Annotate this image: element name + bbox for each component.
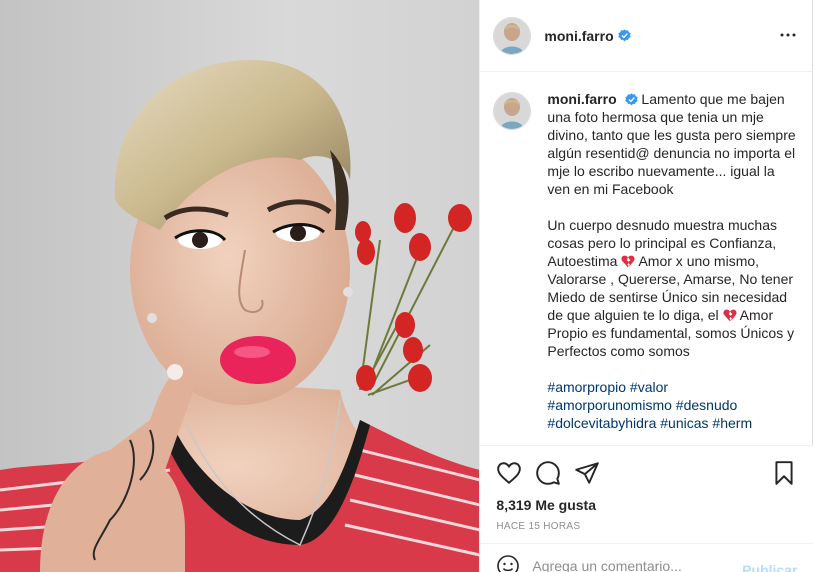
hashtag-link[interactable]: #dolcevitabyhidra [547, 415, 656, 431]
post-actions: 8,319 Me gusta HACE 15 HORAS Publicar [480, 445, 813, 572]
avatar-image [494, 17, 531, 54]
hashtag-link[interactable]: #unicas [660, 415, 708, 431]
caption-author-avatar[interactable] [493, 92, 532, 130]
author-avatar[interactable] [493, 16, 532, 55]
broken-heart-emoji-icon [621, 255, 635, 268]
emoji-icon[interactable] [496, 554, 520, 572]
post-timestamp[interactable]: HACE 15 HORAS [496, 521, 580, 532]
bookmark-icon[interactable] [771, 460, 797, 486]
comment-input[interactable] [532, 557, 733, 572]
post-photo[interactable] [0, 0, 480, 572]
author-username[interactable]: moni.farro [544, 28, 613, 44]
caption-username[interactable]: moni.farro [547, 91, 616, 107]
verified-badge-icon [617, 29, 631, 42]
broken-heart-emoji-icon [723, 309, 737, 322]
hashtag-link[interactable]: #valor [630, 379, 668, 395]
publish-button[interactable]: Publicar [742, 562, 797, 572]
caption-section: moni.farro Lamento que me bajen una foto… [480, 72, 813, 445]
selfie-photo-illustration [0, 0, 480, 572]
comment-form: Publicar [480, 543, 813, 572]
hashtag-link[interactable]: #amorpropio [547, 379, 626, 395]
hashtag-link[interactable]: #amorporunomismo [547, 397, 672, 413]
more-icon[interactable] [779, 26, 797, 44]
caption-text: moni.farro Lamento que me bajen una foto… [547, 90, 797, 445]
hashtag-list: #amorpropio #valor #amorporunomismo #des… [547, 378, 797, 432]
verified-badge-icon [624, 93, 638, 106]
instagram-post: moni.farro moni.farro Lamento que me baj… [0, 0, 813, 572]
likes-count[interactable]: 8,319 Me gusta [496, 497, 596, 513]
avatar-image [494, 93, 531, 129]
hashtag-link[interactable]: #herm [712, 415, 752, 431]
post-header: moni.farro [480, 0, 813, 72]
share-icon[interactable] [574, 460, 600, 486]
comment-icon[interactable] [535, 460, 561, 486]
heart-icon[interactable] [496, 460, 522, 486]
post-side-panel: moni.farro moni.farro Lamento que me baj… [479, 0, 813, 572]
hashtag-link[interactable]: #desnudo [676, 397, 738, 413]
